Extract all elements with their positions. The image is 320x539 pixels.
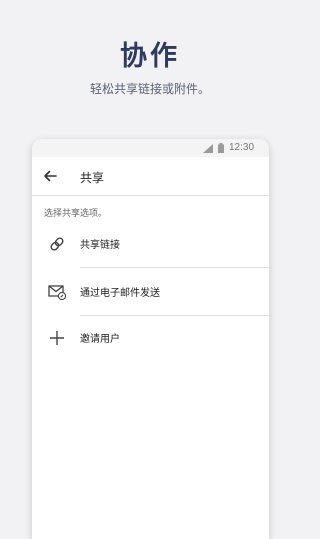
signal-icon [203, 144, 213, 153]
plus-icon [50, 331, 64, 345]
status-bar: 12:30 [32, 139, 269, 157]
promo-subtitle: 轻松共享链接或附件。 [89, 82, 210, 96]
invite-user-label: 邀请用户 [80, 334, 120, 345]
app-bar-title: 共享 [80, 171, 105, 185]
invite-user-option[interactable]: 邀请用户 [32, 315, 269, 361]
app-bar: 共享 [32, 157, 269, 196]
mail-attachment-icon [48, 285, 66, 301]
phone-frame: 12:30 共享 选择共享选项。 共享链接 通过电子邮件发送 邀请用户 [32, 139, 269, 539]
share-link-label: 共享链接 [80, 240, 120, 251]
share-hint: 选择共享选项。 [44, 209, 108, 219]
send-email-option[interactable]: 通过电子邮件发送 [32, 269, 269, 315]
send-email-label: 通过电子邮件发送 [80, 288, 160, 299]
divider [80, 267, 269, 268]
battery-icon [218, 143, 224, 153]
link-icon [50, 237, 64, 251]
arrow-left-icon[interactable] [42, 168, 58, 184]
promo-title: 协作 [120, 41, 180, 72]
status-time: 12:30 [229, 142, 255, 153]
share-link-option[interactable]: 共享链接 [32, 221, 269, 267]
